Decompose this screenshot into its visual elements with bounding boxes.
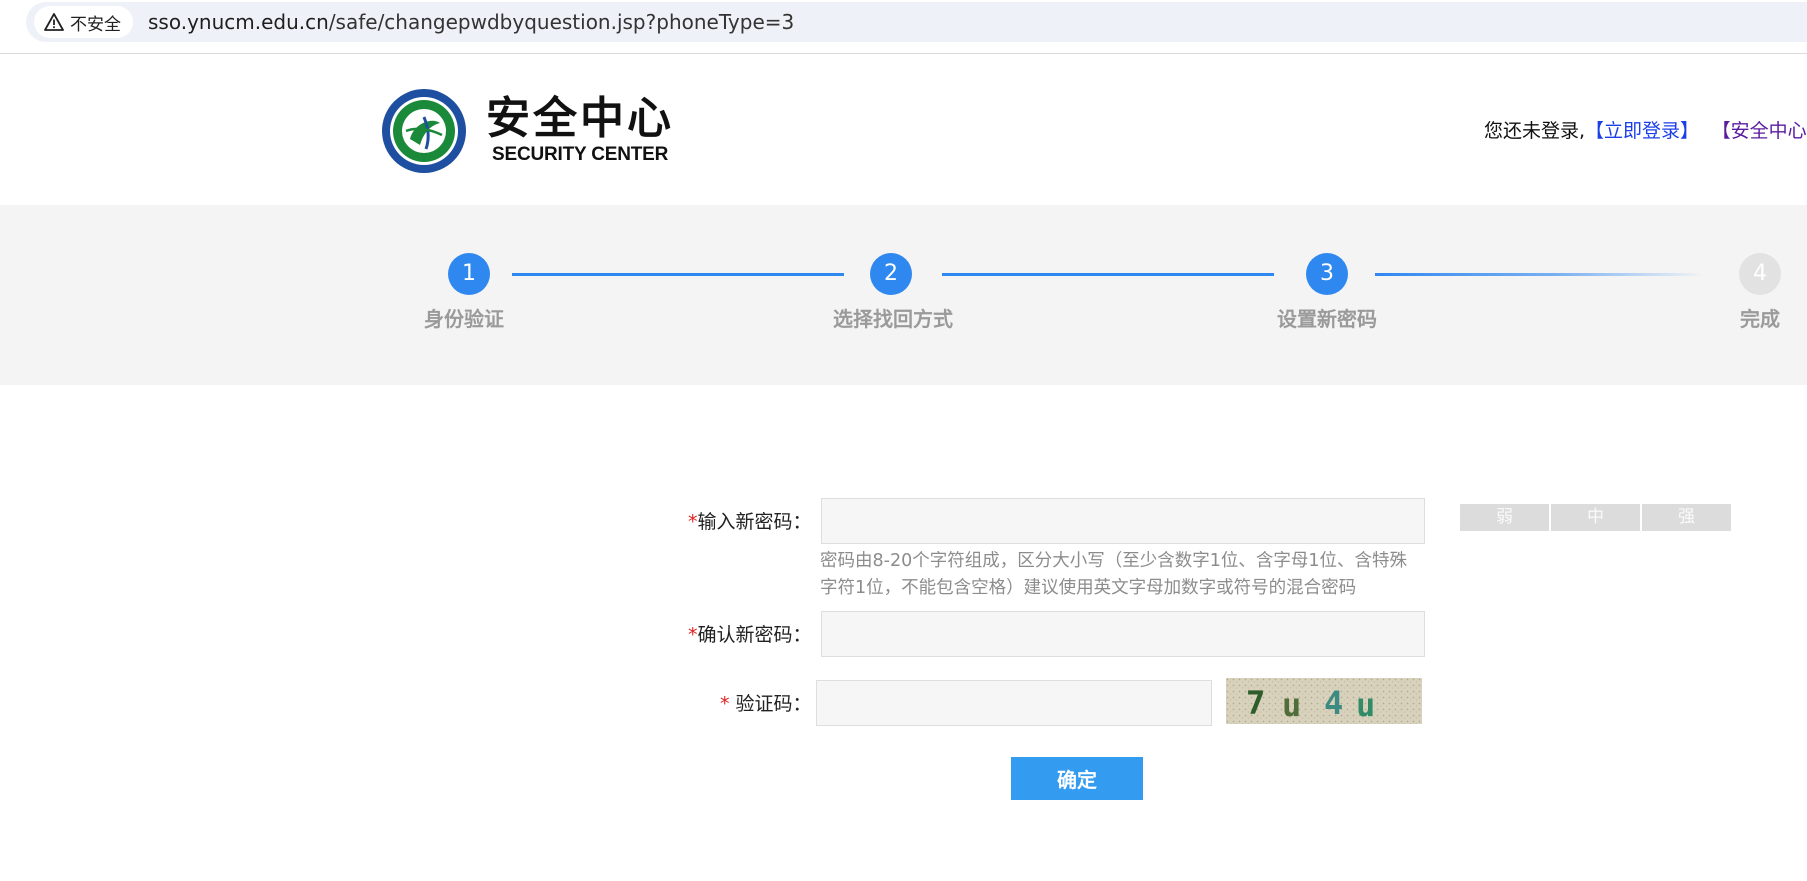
step-2-label: 选择找回方式 <box>833 307 953 331</box>
required-mark: * <box>688 511 698 533</box>
captcha-input[interactable] <box>816 680 1212 726</box>
step-2-circle: 2 <box>870 253 912 295</box>
captcha-char-4: u <box>1356 686 1375 724</box>
url-path: /safe/changepwdbyquestion.jsp?phoneType=… <box>328 10 795 34</box>
required-mark: * <box>688 624 698 646</box>
step-3-label: 设置新密码 <box>1277 307 1377 331</box>
security-indicator[interactable]: 不安全 <box>34 6 133 38</box>
step-1-label: 身份验证 <box>424 307 504 331</box>
confirm-password-input[interactable] <box>821 611 1425 657</box>
login-link[interactable]: 【立即登录】 <box>1585 120 1699 142</box>
submit-button[interactable]: 确定 <box>1011 757 1143 800</box>
security-center-link[interactable]: 【安全中心 <box>1721 120 1807 142</box>
login-status: 您还未登录,【立即登录】 【安全中心 <box>1484 116 1807 143</box>
address-bar[interactable]: 不安全 sso.ynucm.edu.cn/safe/changepwdbyque… <box>26 2 1807 42</box>
password-hint: 密码由8-20个字符组成，区分大小写（至少含数字1位、含字母1位、含特殊字符1位… <box>820 551 1407 598</box>
browser-toolbar: 不安全 sso.ynucm.edu.cn/safe/changepwdbyque… <box>0 0 1807 54</box>
captcha-char-1: 7 <box>1246 684 1265 722</box>
strength-medium: 中 <box>1551 504 1640 531</box>
steps-progress-bar: 1 身份验证 2 选择找回方式 3 设置新密码 4 完成 <box>0 205 1807 385</box>
confirm-password-label-text: 确认新密码： <box>697 624 812 646</box>
logo-title: 安全中心 <box>486 93 674 144</box>
captcha-label-text: 验证码： <box>729 693 812 715</box>
logo-subtitle: SECURITY CENTER <box>492 144 669 165</box>
confirm-password-label: *确认新密码： <box>688 620 812 647</box>
step-connector-2 <box>942 273 1274 276</box>
url-text[interactable]: sso.ynucm.edu.cn/safe/changepwdbyquestio… <box>148 8 794 36</box>
captcha-char-2: u <box>1282 686 1301 724</box>
password-strength-meter: 弱 中 强 <box>1460 504 1733 531</box>
new-password-label: *输入新密码： <box>688 507 812 534</box>
url-host: sso.ynucm.edu.cn <box>148 10 329 34</box>
captcha-image[interactable]: 7 u 4 u <box>1226 678 1422 724</box>
step-3-circle: 3 <box>1306 253 1348 295</box>
step-connector-1 <box>512 273 844 276</box>
captcha-label: * 验证码： <box>720 689 812 716</box>
strength-weak: 弱 <box>1460 504 1549 531</box>
not-logged-in-text: 您还未登录, <box>1484 120 1586 142</box>
new-password-label-text: 输入新密码： <box>697 511 812 533</box>
step-4-label: 完成 <box>1740 307 1780 331</box>
captcha-char-3: 4 <box>1324 684 1343 722</box>
security-label: 不安全 <box>70 14 121 35</box>
strength-strong: 强 <box>1642 504 1731 531</box>
step-1-circle: 1 <box>448 253 490 295</box>
required-mark: * <box>720 693 730 715</box>
step-connector-3 <box>1375 273 1705 276</box>
site-header: 安全中心 SECURITY CENTER 您还未登录,【立即登录】 【安全中心 <box>0 55 1807 205</box>
university-emblem-icon <box>382 89 466 173</box>
new-password-input[interactable] <box>821 498 1425 544</box>
step-4-circle: 4 <box>1739 253 1781 295</box>
warning-icon <box>44 13 64 31</box>
